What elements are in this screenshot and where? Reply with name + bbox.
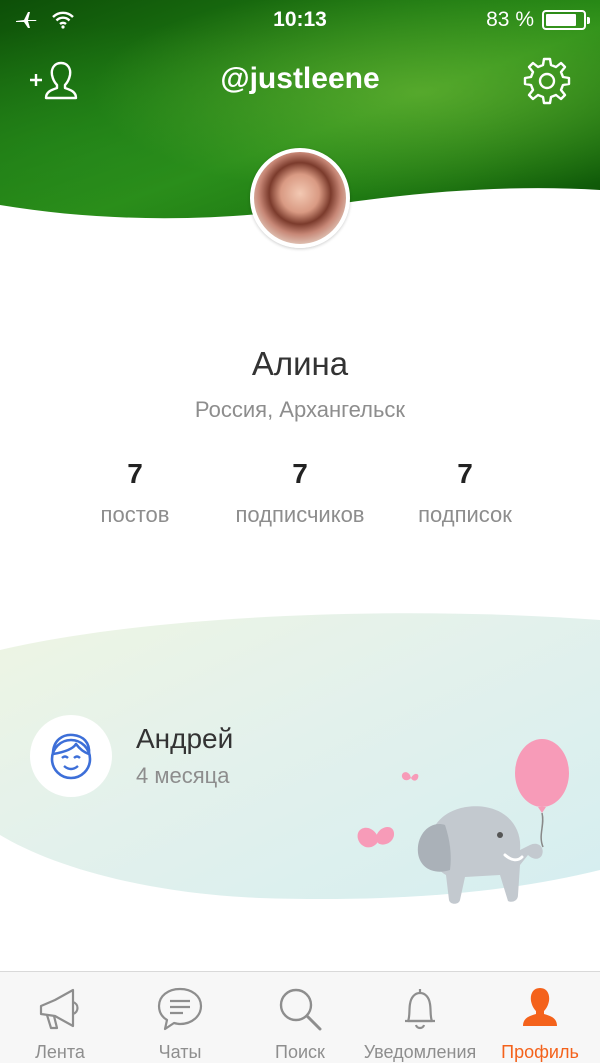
stat-label: подписчиков	[235, 502, 365, 527]
stat-followers[interactable]: 7 подписчиков	[210, 458, 390, 528]
bell-icon	[405, 989, 435, 1030]
stat-posts[interactable]: 7 постов	[45, 458, 225, 528]
tab-label: Лента	[35, 1042, 85, 1062]
partner-avatar[interactable]	[30, 715, 112, 797]
search-icon	[279, 988, 322, 1031]
tab-bar: Лента Чаты Поиск Уведомления Профиль	[0, 971, 600, 1063]
small-heart-icon	[401, 772, 419, 781]
relationship-duration: 4 месяца	[136, 763, 230, 788]
profile-name: Алина	[251, 345, 349, 382]
tab-feed[interactable]: Лента	[0, 972, 120, 1063]
chat-icon	[157, 987, 203, 1031]
stat-value: 7	[127, 458, 143, 489]
profile-stats: 7 постов 7 подписчиков 7 подписок	[0, 458, 600, 538]
tab-search[interactable]: Поиск	[240, 972, 360, 1063]
megaphone-icon	[39, 988, 79, 1030]
tab-label: Профиль	[501, 1042, 579, 1062]
airplane-icon	[16, 12, 37, 28]
nav-bar: @justleene	[0, 50, 600, 110]
stat-label: постов	[100, 502, 170, 527]
battery-icon	[542, 10, 590, 30]
stat-label: подписок	[418, 502, 512, 527]
profile-icon	[523, 988, 557, 1026]
profile-avatar[interactable]	[250, 148, 350, 248]
tab-label: Чаты	[158, 1042, 202, 1062]
boy-face-icon	[50, 733, 92, 780]
username-title: @justleene	[220, 62, 380, 95]
tab-notifications[interactable]: Уведомления	[360, 972, 480, 1063]
tab-label: Уведомления	[363, 1042, 477, 1062]
stat-value: 7	[292, 458, 308, 489]
tab-profile[interactable]: Профиль	[480, 972, 600, 1063]
gear-icon	[523, 57, 571, 105]
tab-label: Поиск	[275, 1042, 325, 1062]
battery-fill	[546, 14, 576, 26]
profile-location: Россия, Архангельск	[194, 397, 406, 422]
elephant-balloon-illustration	[357, 739, 569, 904]
tab-chats[interactable]: Чаты	[120, 972, 240, 1063]
stat-following[interactable]: 7 подписок	[375, 458, 555, 528]
settings-button[interactable]	[522, 56, 572, 106]
wifi-icon	[52, 11, 74, 29]
partner-name: Андрей	[136, 723, 234, 754]
status-bar: 10:13 83 %	[0, 0, 600, 40]
stat-value: 7	[457, 458, 473, 489]
battery-percent: 83 %	[486, 8, 534, 31]
